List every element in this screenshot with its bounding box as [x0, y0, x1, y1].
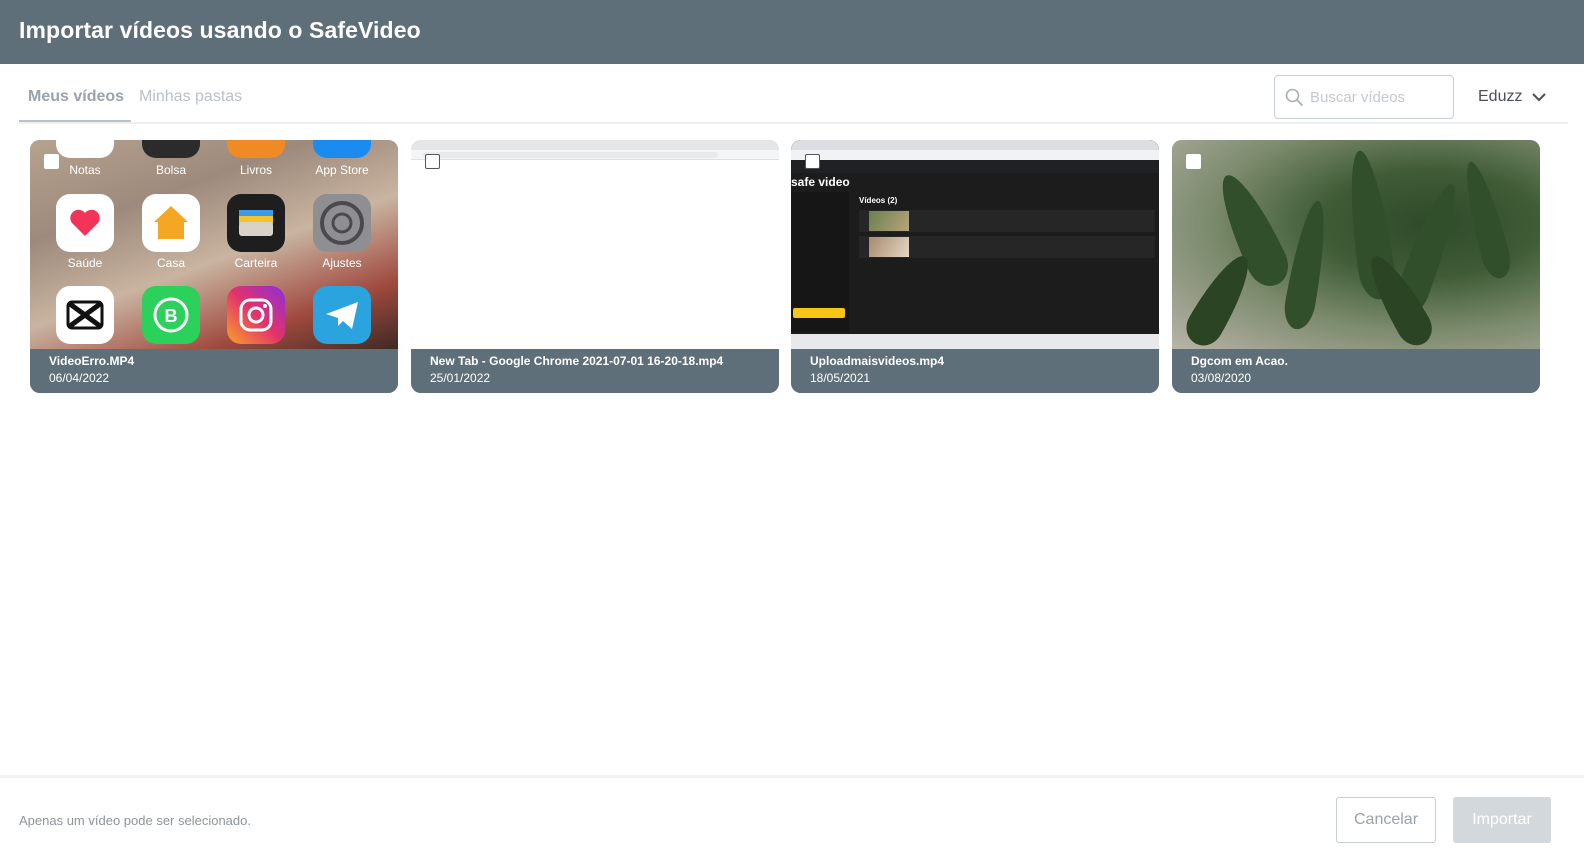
books-app-icon: [227, 140, 285, 158]
video-select-checkbox[interactable]: [425, 154, 440, 169]
whatsapp-business-app-icon: B: [142, 286, 200, 344]
cancel-button[interactable]: Cancelar: [1336, 797, 1436, 843]
video-date: 18/05/2021: [810, 371, 871, 385]
health-app-icon: [56, 194, 114, 252]
video-date: 06/04/2022: [49, 371, 110, 385]
modal-header: Importar vídeos usando o SafeVideo: [0, 0, 1584, 64]
video-select-checkbox[interactable]: [805, 154, 820, 169]
wallet-app-icon: [227, 194, 285, 252]
search-input[interactable]: [1310, 86, 1445, 108]
videos-heading: Vídeos (2): [859, 196, 898, 205]
video-card-info: Dgcom em Acao. 03/08/2020: [1172, 349, 1540, 393]
video-card-info: New Tab - Google Chrome 2021-07-01 16-20…: [411, 349, 779, 393]
video-card-info: Uploadmaisvideos.mp4 18/05/2021: [791, 349, 1159, 393]
app-label: Livros: [239, 163, 272, 177]
video-date: 03/08/2020: [1191, 371, 1252, 385]
video-title: Uploadmaisvideos.mp4: [810, 354, 945, 368]
stocks-app-icon: [142, 140, 200, 158]
svg-text:B: B: [165, 306, 178, 326]
video-title: New Tab - Google Chrome 2021-07-01 16-20…: [430, 354, 724, 368]
app-label: Saúde: [67, 256, 103, 270]
modal-title: Importar vídeos usando o SafeVideo: [19, 17, 421, 43]
account-name: Eduzz: [1478, 88, 1523, 105]
video-card[interactable]: Dgcom em Acao. 03/08/2020: [1172, 140, 1540, 393]
video-thumbnail: [411, 140, 779, 349]
app-label: App Store: [315, 163, 369, 177]
video-thumbnail: Notas Bolsa Livros App Store Saúde Casa: [30, 140, 398, 349]
search-box[interactable]: [1274, 75, 1454, 119]
safevideo-logo: safe video: [791, 175, 850, 189]
video-title: Dgcom em Acao.: [1191, 354, 1288, 368]
instagram-app-icon: [227, 286, 285, 344]
active-tab-indicator: [19, 120, 131, 122]
app-label: Carteira: [234, 256, 278, 270]
video-date: 25/01/2022: [430, 371, 491, 385]
video-card[interactable]: safe video Vídeos (2) Uploadmaisvideos.m…: [791, 140, 1159, 393]
video-select-checkbox[interactable]: [44, 154, 59, 169]
home-app-icon: [142, 194, 200, 252]
video-title: VideoErro.MP4: [49, 354, 135, 368]
notes-app-icon: [56, 140, 114, 158]
selection-note: Apenas um vídeo pode ser selecionado.: [19, 813, 251, 828]
video-card-info: VideoErro.MP4 06/04/2022: [30, 349, 398, 393]
tab-my-videos[interactable]: Meus vídeos: [28, 88, 124, 106]
import-button[interactable]: Importar: [1453, 797, 1551, 843]
tab-my-folders[interactable]: Minhas pastas: [139, 88, 242, 106]
settings-app-icon: [313, 194, 371, 252]
video-thumbnail: [1172, 140, 1540, 349]
import-videos-modal: Importar vídeos usando o SafeVideo Meus …: [0, 0, 1584, 863]
capcut-app-icon: [56, 286, 114, 344]
video-card[interactable]: New Tab - Google Chrome 2021-07-01 16-20…: [411, 140, 779, 393]
modal-footer: Apenas um vídeo pode ser selecionado. Ca…: [0, 775, 1584, 863]
video-card[interactable]: Notas Bolsa Livros App Store Saúde Casa: [30, 140, 398, 393]
app-store-icon: [313, 140, 371, 158]
app-label: Casa: [156, 256, 185, 270]
chevron-down-icon: [1532, 93, 1546, 101]
search-icon: [1285, 88, 1303, 106]
telegram-app-icon: [313, 286, 371, 344]
app-label: Ajustes: [322, 256, 362, 270]
account-selector[interactable]: Eduzz: [1478, 86, 1546, 108]
app-label: Bolsa: [155, 163, 187, 177]
video-grid: Notas Bolsa Livros App Store Saúde Casa: [30, 140, 1541, 393]
video-thumbnail: safe video Vídeos (2): [791, 140, 1159, 349]
video-select-checkbox[interactable]: [1186, 154, 1201, 169]
